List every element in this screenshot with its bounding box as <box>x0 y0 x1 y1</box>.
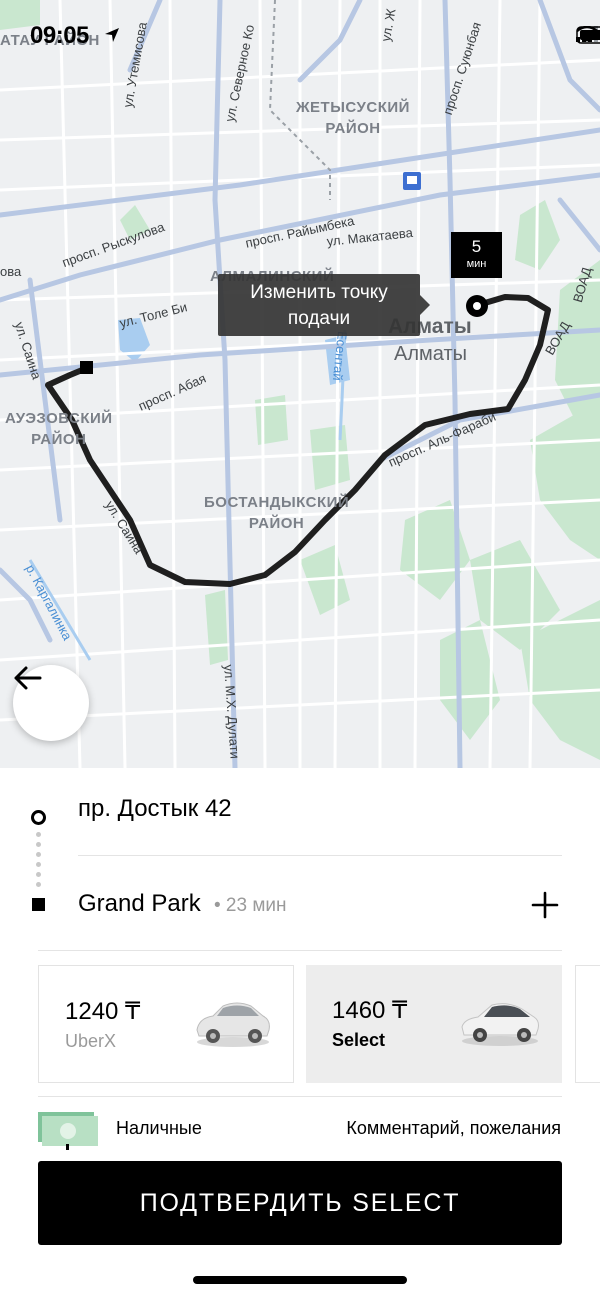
destination-name[interactable]: Grand Park <box>78 890 201 918</box>
eta-value: 5 <box>471 237 482 256</box>
arrow-left-icon <box>14 666 42 690</box>
car-icon <box>461 1003 539 1046</box>
street-label-ova: ова <box>0 264 22 279</box>
change-pickup-tooltip[interactable]: Изменить точку подачи <box>218 274 430 336</box>
product-name: Select <box>332 1030 386 1050</box>
metro-icon <box>403 172 421 190</box>
home-indicator <box>193 1276 407 1284</box>
confirm-button[interactable]: ПОДТВЕРДИТЬ SELECT <box>38 1161 562 1245</box>
district-label-zhetysu: ЖЕТЫСУСКИЙ РАЙОН <box>296 99 410 137</box>
product-card-select[interactable]: 1460 ₸ Select <box>306 965 562 1083</box>
cash-icon[interactable] <box>38 1110 98 1150</box>
product-card-next[interactable] <box>575 965 600 1083</box>
city-label: Алматы <box>394 343 467 365</box>
product-name: UberX <box>65 1031 117 1051</box>
back-button[interactable] <box>13 665 89 741</box>
origin-marker-icon <box>31 810 46 825</box>
comment-link[interactable]: Комментарий, пожелания <box>346 1118 561 1139</box>
eta-unit: мин <box>466 258 487 270</box>
divider <box>38 950 562 951</box>
payment-method[interactable]: Наличные <box>116 1118 202 1139</box>
product-price: 1460 ₸ <box>332 997 408 1024</box>
route-dots <box>36 832 42 892</box>
location-arrow-icon <box>105 28 119 42</box>
battery-icon <box>576 26 600 44</box>
product-price: 1240 ₸ <box>65 998 141 1025</box>
add-stop-button[interactable] <box>528 888 562 922</box>
destination-marker-icon <box>32 898 45 911</box>
product-card-uberx[interactable]: 1240 ₸ UberX <box>38 965 294 1083</box>
status-time: 09:05 <box>30 22 89 49</box>
district-label-bostandyk: БОСТАНДЫКСКИЙ РАЙОН <box>204 494 350 532</box>
map-pickup-marker <box>466 295 488 317</box>
pickup-address[interactable]: пр. Достык 42 <box>78 795 232 823</box>
car-icon <box>196 1002 270 1047</box>
district-label-auezov: АУЭЗОВСКИЙ РАЙОН <box>5 410 113 448</box>
destination-eta: • 23 мин <box>214 895 287 916</box>
map-view[interactable]: АТАУ РАЙОН ЖЕТЫСУСКИЙ РАЙОН АЛМАЛИНСКИЙ … <box>0 0 600 768</box>
map-destination-marker <box>80 361 93 374</box>
plus-icon <box>531 891 559 919</box>
status-bar: 09:05 <box>0 0 600 76</box>
divider <box>38 1096 562 1097</box>
eta-badge: 5 мин <box>451 232 502 278</box>
divider <box>78 855 562 856</box>
